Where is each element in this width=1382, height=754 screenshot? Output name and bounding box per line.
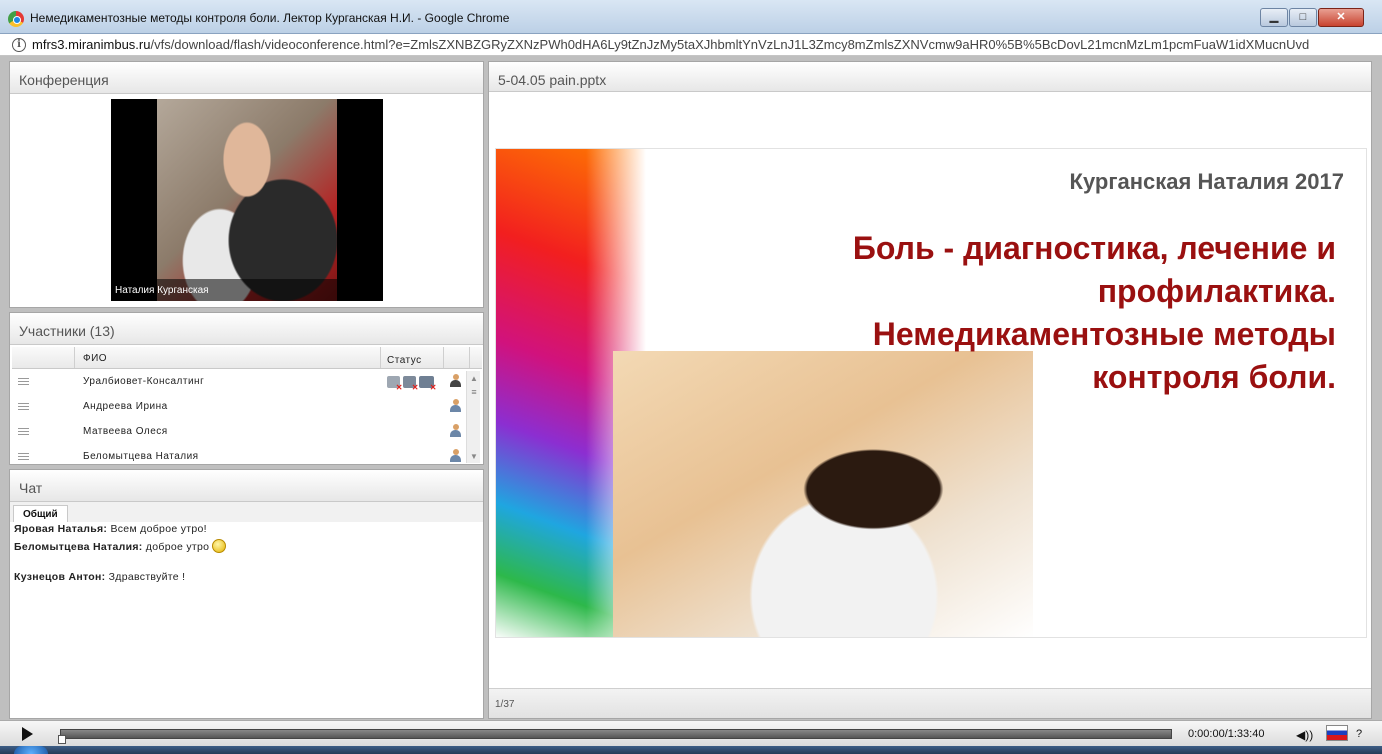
seek-bar[interactable] bbox=[60, 729, 1172, 739]
microphone-off-icon[interactable] bbox=[387, 375, 403, 392]
chat-header: Чат bbox=[10, 470, 483, 502]
info-icon[interactable]: i bbox=[12, 38, 26, 52]
participant-name: Андреева Ирина bbox=[83, 401, 168, 412]
participants-table-header: ФИО Статус bbox=[12, 347, 482, 369]
presentation-panel: 5-04.05 pain.pptx Курганская Наталия 201… bbox=[488, 61, 1372, 719]
slide-title-line: Боль - диагностика, лечение и bbox=[852, 230, 1336, 266]
url-field[interactable]: mfrs3.miranimbus.ru/vfs/download/flash/v… bbox=[32, 37, 1377, 52]
participants-panel: Участники (13) ФИО Статус Уралбиовет-Кон… bbox=[9, 312, 484, 465]
conference-panel: Конференция Наталия Курганская bbox=[9, 61, 484, 308]
smiley-icon bbox=[212, 539, 227, 553]
drag-handle-icon[interactable] bbox=[18, 378, 29, 385]
column-status[interactable]: Статус bbox=[381, 347, 444, 368]
participant-name: Уралбиовет-Консалтинг bbox=[83, 376, 205, 387]
video-caption: Наталия Курганская bbox=[111, 279, 383, 301]
minimize-button[interactable]: ▁ bbox=[1260, 8, 1288, 27]
start-button[interactable] bbox=[14, 746, 48, 754]
screen-off-icon[interactable] bbox=[419, 375, 437, 392]
close-button[interactable]: ✕ bbox=[1318, 8, 1364, 27]
slide-author: Курганская Наталия 2017 bbox=[1069, 169, 1344, 194]
window-controls: ▁ □ ✕ bbox=[1260, 8, 1364, 27]
speaker-video-image bbox=[157, 99, 337, 301]
scroll-thumb[interactable]: ≡ bbox=[469, 386, 479, 400]
participant-name: Матвеева Олеся bbox=[83, 426, 168, 437]
drag-handle-icon[interactable] bbox=[18, 428, 29, 435]
volume-icon[interactable]: ◀)) bbox=[1296, 728, 1313, 742]
chat-message: Яровая Наталья: Всем доброе утро! bbox=[14, 522, 479, 536]
chat-text: Всем доброе утро! bbox=[107, 523, 207, 535]
participant-status bbox=[381, 375, 444, 392]
player-bar: 0:00:00/1:33:40 ◀)) ? bbox=[0, 720, 1382, 746]
play-button[interactable] bbox=[14, 725, 38, 743]
video-stream[interactable]: Наталия Курганская bbox=[111, 99, 383, 301]
drag-handle-icon[interactable] bbox=[18, 403, 29, 410]
participant-row[interactable]: Беломытцева Наталия bbox=[12, 444, 482, 463]
chat-message: Беломытцева Наталия: доброе утро bbox=[14, 536, 479, 558]
chat-tab-general[interactable]: Общий bbox=[13, 505, 68, 522]
page-counter: 1/37 bbox=[489, 688, 1371, 718]
slide-title-line: контроля боли. bbox=[1092, 359, 1336, 395]
participants-table: ФИО Статус Уралбиовет-Консалтинг Андреев… bbox=[12, 347, 482, 463]
url-host: mfrs3.miranimbus.ru bbox=[32, 37, 151, 52]
participant-row[interactable]: Матвеева Олеся bbox=[12, 419, 482, 444]
column-drag bbox=[12, 347, 75, 368]
language-flag-icon[interactable] bbox=[1326, 725, 1348, 741]
chat-message: Кузнецов Антон: Здравствуйте ! bbox=[14, 570, 479, 584]
participant-row[interactable]: Андреева Ирина bbox=[12, 394, 482, 419]
chat-messages: Яровая Наталья: Всем доброе утро! Беломы… bbox=[10, 522, 483, 584]
taskbar bbox=[0, 746, 1382, 754]
user-icon bbox=[450, 398, 461, 412]
address-bar[interactable]: i mfrs3.miranimbus.ru/vfs/download/flash… bbox=[0, 34, 1382, 56]
slide: Курганская Наталия 2017 Боль - диагности… bbox=[495, 148, 1367, 638]
participants-header: Участники (13) bbox=[10, 313, 483, 345]
seek-handle[interactable] bbox=[58, 735, 66, 744]
window-title: Немедикаментозные методы контроля боли. … bbox=[30, 11, 510, 25]
user-icon bbox=[450, 448, 461, 462]
presentation-header: 5-04.05 pain.pptx bbox=[489, 62, 1371, 92]
chat-text: доброе утро bbox=[142, 541, 210, 553]
participant-name: Беломытцева Наталия bbox=[83, 451, 199, 462]
conference-header: Конференция bbox=[10, 62, 483, 94]
chat-author: Кузнецов Антон: bbox=[14, 571, 106, 583]
participant-row[interactable]: Уралбиовет-Консалтинг bbox=[12, 369, 482, 394]
chat-text: Здравствуйте ! bbox=[105, 571, 186, 583]
camera-off-icon[interactable] bbox=[403, 375, 419, 392]
chrome-icon bbox=[8, 11, 24, 27]
help-button[interactable]: ? bbox=[1356, 728, 1362, 740]
participants-scrollbar[interactable]: ▲ ≡ ▼ bbox=[466, 371, 480, 463]
column-role bbox=[444, 347, 470, 368]
slide-title-line: Немедикаментозные методы bbox=[872, 316, 1336, 352]
column-name[interactable]: ФИО bbox=[75, 347, 381, 368]
chat-author: Яровая Наталья: bbox=[14, 523, 108, 535]
window-title-bar: Немедикаментозные методы контроля боли. … bbox=[0, 0, 1382, 34]
videoconference-app: Конференция Наталия Курганская Участники… bbox=[0, 56, 1382, 720]
chat-author: Беломытцева Наталия: bbox=[14, 541, 143, 553]
user-icon bbox=[450, 423, 461, 437]
maximize-button[interactable]: □ bbox=[1289, 8, 1317, 27]
scroll-up-icon[interactable]: ▲ bbox=[470, 374, 478, 383]
scroll-down-icon[interactable]: ▼ bbox=[470, 452, 478, 461]
url-path: /vfs/download/flash/videoconference.html… bbox=[150, 37, 1310, 52]
slide-title-line: профилактика. bbox=[1097, 273, 1336, 309]
chat-tabs: Общий bbox=[10, 502, 483, 522]
slide-title: Боль - диагностика, лечение и профилакти… bbox=[736, 227, 1336, 399]
presenter-icon bbox=[450, 373, 461, 387]
time-display: 0:00:00/1:33:40 bbox=[1188, 728, 1265, 740]
chat-panel: Чат Общий Яровая Наталья: Всем доброе ут… bbox=[9, 469, 484, 719]
drag-handle-icon[interactable] bbox=[18, 453, 29, 460]
